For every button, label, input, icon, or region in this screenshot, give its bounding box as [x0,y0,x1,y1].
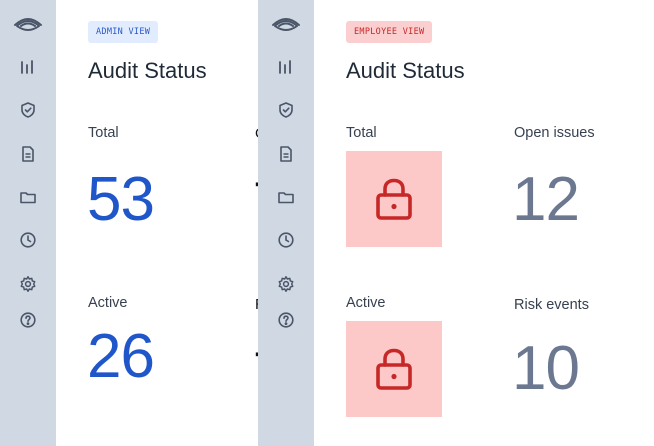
metric-label-total: Total [88,125,119,141]
page-title: Audit Status [346,58,465,83]
metric-label-risk-events: Risk events [514,297,589,313]
admin-content: ADMIN VIEW Audit Status Total 53 Active … [56,0,258,446]
help-icon[interactable] [277,311,295,329]
gear-icon[interactable] [19,275,37,293]
metric-label-open-issues: Open issues [514,125,595,141]
document-icon[interactable] [277,145,295,163]
bar-chart-icon[interactable] [19,58,37,76]
admin-view-panel: ADMIN VIEW Audit Status Total 53 Active … [0,0,258,446]
clock-icon[interactable] [19,231,37,249]
help-icon[interactable] [19,311,37,329]
metric-label-active: Active [346,295,386,311]
shield-check-icon[interactable] [19,101,37,119]
metric-value-risk-events: 10 [512,334,580,403]
sidebar [0,0,56,446]
folder-icon[interactable] [277,188,295,206]
metric-label-active: Active [88,295,128,311]
clock-icon[interactable] [277,231,295,249]
employee-content: EMPLOYEE VIEW Audit Status Total Open is… [314,0,654,446]
locked-metric-tile [346,151,442,247]
metric-value-total: 53 [87,165,155,234]
view-badge: EMPLOYEE VIEW [346,21,433,43]
eye-logo-icon[interactable] [12,11,44,35]
eye-logo-icon[interactable] [270,11,302,35]
lock-icon [376,178,412,220]
page-title: Audit Status [88,58,207,83]
gear-icon[interactable] [277,275,295,293]
bar-chart-icon[interactable] [277,58,295,76]
lock-icon [376,348,412,390]
locked-metric-tile [346,321,442,417]
folder-icon[interactable] [19,188,37,206]
view-badge: ADMIN VIEW [88,21,159,43]
metric-value-open-issues: 12 [512,165,580,234]
employee-view-panel: EMPLOYEE VIEW Audit Status Total Open is… [258,0,654,446]
sidebar [258,0,314,446]
metric-value-active: 26 [87,322,155,391]
shield-check-icon[interactable] [277,101,295,119]
document-icon[interactable] [19,145,37,163]
metric-label-total: Total [346,125,377,141]
